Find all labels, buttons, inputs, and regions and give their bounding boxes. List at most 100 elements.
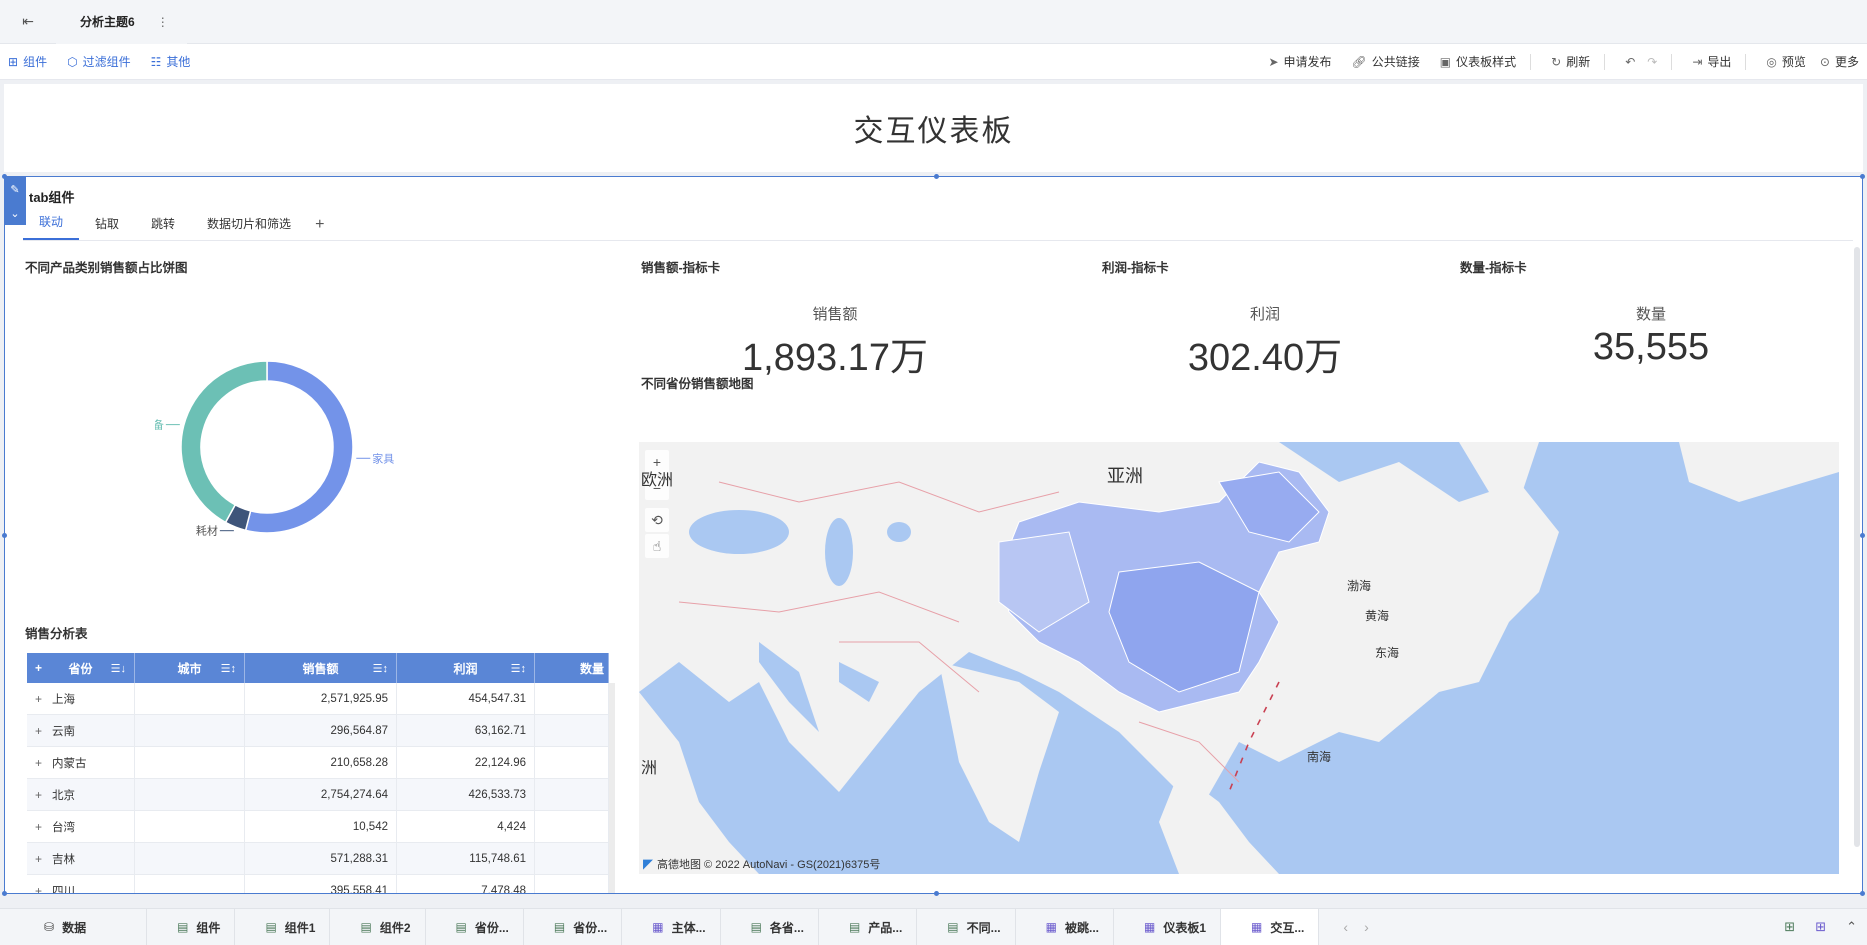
- table-row[interactable]: + 吉林 571,288.31 115,748.61: [27, 842, 609, 875]
- resize-handle[interactable]: [934, 174, 939, 179]
- chart-icon: ▤: [848, 920, 861, 934]
- bottom-tab[interactable]: ▤ 各省...: [721, 908, 819, 945]
- province-value: 云南: [52, 725, 76, 738]
- panel-scrollbar[interactable]: [1854, 247, 1860, 847]
- bottom-tab[interactable]: ▦ 仪表板1: [1114, 908, 1222, 945]
- public-link-button[interactable]: 🔗︎ 公共链接: [1352, 53, 1420, 70]
- tab-jump[interactable]: 跳转: [135, 215, 191, 240]
- redo-button[interactable]: ↷: [1647, 56, 1657, 68]
- header-province[interactable]: + 省份 ☰↓: [27, 653, 135, 683]
- dashboard-icon: ▦: [1045, 920, 1057, 934]
- tab-menu-icon[interactable]: ⋮: [157, 15, 169, 29]
- header-profit[interactable]: 利润 ☰↕: [397, 653, 535, 683]
- add-dashboard-icon[interactable]: ⊞: [1815, 919, 1826, 935]
- table-row[interactable]: + 四川 395,558.41 7,478.48: [27, 874, 609, 894]
- add-filter-component-button[interactable]: ⬡ 过滤组件: [67, 53, 131, 70]
- sort-icon[interactable]: ☰↓: [111, 662, 126, 675]
- bottom-tab[interactable]: ▤ 不同...: [917, 908, 1016, 945]
- edit-icon[interactable]: ✎: [10, 183, 19, 196]
- kpi-profit-card[interactable]: 利润 302.40万: [1135, 303, 1395, 381]
- bottom-tab[interactable]: ▤ 省份...: [426, 908, 524, 945]
- province-sales-map[interactable]: + − ⟲ ☝ 欧洲 亚洲 洲 渤海 黄海 东海 南海 ◤ 高德地图 © 202…: [639, 442, 1839, 874]
- bottom-tab[interactable]: ▤ 组件2: [330, 908, 426, 945]
- tab-linkage[interactable]: 联动: [23, 213, 80, 240]
- preview-button[interactable]: ◎ 预览: [1766, 53, 1806, 70]
- province-value: 四川: [52, 885, 76, 894]
- analysis-topic-tab[interactable]: 分析主题6 ⋮: [56, 0, 187, 44]
- donut-chart[interactable]: 家具耗材 设备: [142, 327, 515, 567]
- undo-button[interactable]: ↶: [1625, 56, 1635, 68]
- kpi-quantity-value: 35,555: [1592, 326, 1710, 368]
- expand-all-icon[interactable]: +: [35, 661, 42, 675]
- bottom-tab[interactable]: ▤ 组件: [147, 908, 236, 945]
- bottom-tab-label: 被跳...: [1065, 920, 1100, 935]
- bottom-tab[interactable]: ▤ 组件1: [235, 908, 331, 945]
- more-button[interactable]: ⊙ 更多: [1820, 53, 1859, 70]
- quantity-cell: [535, 810, 609, 843]
- table-scrollbar[interactable]: [609, 683, 615, 893]
- rotate-icon[interactable]: ⟲: [645, 508, 669, 532]
- resize-handle[interactable]: [2, 533, 7, 538]
- caspian-sea: [825, 518, 853, 586]
- pan-hand-icon[interactable]: ☝: [645, 534, 669, 558]
- add-chart-icon[interactable]: ⊞: [1784, 919, 1795, 935]
- tab-component-panel[interactable]: ✎ ⌄ tab组件 联动 钻取 跳转 数据切片和筛选 + 不同产品类别销售额占比…: [2, 174, 1865, 896]
- kpi-profit-title: 利润-指标卡: [1102, 261, 1169, 275]
- expand-row-icon[interactable]: +: [35, 852, 42, 866]
- table-row[interactable]: + 上海 2,571,925.95 454,547.31: [27, 682, 609, 715]
- add-component-button[interactable]: ⊞ 组件: [8, 53, 47, 70]
- kpi-quantity-card[interactable]: 数量 35,555: [1521, 303, 1781, 369]
- bottom-tab[interactable]: ▤ 产品...: [819, 908, 918, 945]
- table-row[interactable]: + 内蒙古 210,658.28 22,124.96: [27, 746, 609, 779]
- dashboard-icon: ▦: [652, 920, 664, 934]
- city-cell: [135, 874, 245, 893]
- refresh-button[interactable]: ↻ 刷新: [1551, 53, 1590, 70]
- resize-handle[interactable]: [934, 891, 939, 896]
- sort-icon[interactable]: ☰↕: [221, 662, 236, 675]
- other-button[interactable]: ☷ 其他: [151, 53, 191, 70]
- bottom-tab[interactable]: ▦ 被跳...: [1016, 908, 1115, 945]
- chevron-right-icon[interactable]: ›: [1364, 919, 1369, 935]
- tab-slice-filter[interactable]: 数据切片和筛选: [191, 215, 307, 240]
- pie-slice[interactable]: [180, 360, 268, 524]
- table-row[interactable]: + 台湾 10,542 4,424: [27, 810, 609, 843]
- bottom-tab[interactable]: ▤ 省份...: [524, 908, 623, 945]
- header-quantity[interactable]: 数量: [535, 653, 609, 683]
- table-row[interactable]: + 北京 2,754,274.64 426,533.73: [27, 778, 609, 811]
- expand-row-icon[interactable]: +: [35, 820, 42, 834]
- resize-handle[interactable]: [1860, 891, 1865, 896]
- dashboard-style-button[interactable]: ▣ 仪表板样式: [1440, 53, 1516, 70]
- quantity-cell: [535, 842, 609, 875]
- resize-handle[interactable]: [1860, 533, 1865, 538]
- expand-row-icon[interactable]: +: [35, 756, 42, 770]
- sort-icon[interactable]: ☰↕: [373, 662, 388, 675]
- bottom-tab[interactable]: ▦ 交互...: [1221, 908, 1320, 945]
- export-button[interactable]: ⇥ 导出: [1692, 53, 1731, 70]
- province-cell: + 台湾: [27, 810, 135, 843]
- bottom-tab[interactable]: ▦ 主体...: [622, 908, 721, 945]
- dashboard-title[interactable]: 交互仪表板: [4, 84, 1863, 172]
- kpi-sales-card[interactable]: 销售额 1,893.17万: [705, 303, 965, 381]
- resize-handle[interactable]: [1860, 174, 1865, 179]
- city-cell: [135, 746, 245, 779]
- header-city[interactable]: 城市 ☰↕: [135, 653, 245, 683]
- collapse-icon[interactable]: ⌄: [10, 207, 19, 220]
- expand-row-icon[interactable]: +: [35, 884, 42, 894]
- sort-icon[interactable]: ☰↕: [511, 662, 526, 675]
- province-cell: + 云南: [27, 714, 135, 747]
- collapse-up-icon[interactable]: ⌃: [1846, 919, 1857, 935]
- tab-drill[interactable]: 钻取: [79, 215, 135, 240]
- dashboard-icon: ▦: [1251, 920, 1263, 934]
- chevron-left-icon[interactable]: ‹: [1343, 919, 1348, 935]
- bottom-tab[interactable]: ⛁ 数据: [0, 908, 148, 945]
- expand-row-icon[interactable]: +: [35, 788, 42, 802]
- expand-row-icon[interactable]: +: [35, 692, 42, 706]
- header-sales[interactable]: 销售额 ☰↕: [245, 653, 397, 683]
- apply-publish-button[interactable]: ➤ 申请发布: [1268, 53, 1331, 70]
- pie-slice[interactable]: [244, 360, 354, 534]
- exit-icon[interactable]: ⇤: [0, 0, 56, 44]
- table-row[interactable]: + 云南 296,564.87 63,162.71: [27, 714, 609, 747]
- add-tab-button[interactable]: +: [307, 216, 332, 240]
- resize-handle[interactable]: [2, 891, 7, 896]
- expand-row-icon[interactable]: +: [35, 724, 42, 738]
